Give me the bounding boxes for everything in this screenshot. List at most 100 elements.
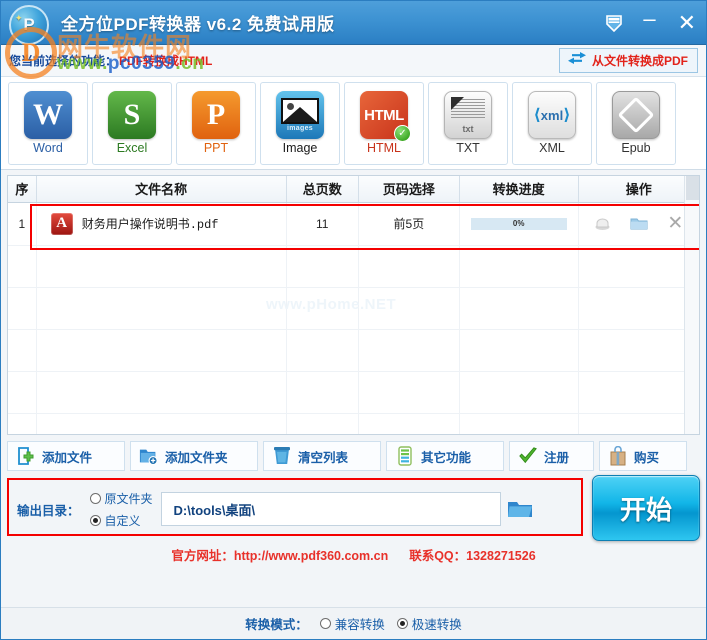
row-page-selection[interactable]: 前5页 [358,202,460,246]
shopping-bag-icon [608,445,628,467]
format-epub-label: Epub [621,141,651,155]
add-folder-label: 添加文件夹 [165,450,228,465]
radio-fast-mode[interactable]: 极速转换 [396,614,462,633]
row-index: 1 [8,202,37,246]
preview-icon[interactable] [594,216,611,231]
register-button[interactable]: 注册 [509,441,594,471]
convert-to-pdf-button[interactable]: 从文件转换成PDF [558,48,698,73]
epub-icon [612,91,660,139]
app-window: ✦ P 全方位PDF转换器 v6.2 免费试用版 – ✕ 您当前选择的功能： P… [0,0,707,640]
radio-fast-mode-dot [396,618,408,629]
format-image-label: Image [282,141,318,155]
header-total-pages: 总页数 [286,176,360,203]
selected-check-icon: ✓ [394,125,411,142]
app-logo: ✦ P [9,5,49,45]
format-selector: W Word S Excel P PPT images Image HTML ✓… [1,77,706,170]
purchase-label: 购买 [634,450,660,465]
official-website-label: 官方网址：http://www.pdf360.com.cn [171,549,389,563]
logo-letter: P [23,15,35,34]
html-glyph: HTML [364,106,404,124]
function-bar: 您当前选择的功能： PDF转换成HTML 从文件转换成PDF [1,45,706,77]
row-operations: ✕ [579,214,699,233]
radio-compatible-mode-dot [319,618,331,629]
text-lines-shape [451,96,485,123]
conversion-mode-label: 转换模式： [245,618,308,632]
output-directory-options: 原文件夹 自定义 [89,490,153,529]
current-function-label: 您当前选择的功能： [9,54,118,68]
window-controls: – ✕ [603,1,700,45]
table-scrollbar[interactable] [684,176,699,434]
format-txt-label: TXT [456,141,480,155]
radio-original-folder-dot [89,492,101,504]
format-ppt-label: PPT [203,141,229,155]
image-sublabel: images [287,125,313,132]
other-functions-label: 其它功能 [421,450,472,465]
format-xml[interactable]: ⟨ xml ⟩ XML [512,81,592,165]
format-txt[interactable]: txt TXT [428,81,508,165]
skin-chevron-down-icon[interactable] [603,12,625,34]
trash-icon [272,445,292,467]
footer-links: 官方网址：http://www.pdf360.com.cn 联系QQ：13282… [1,545,706,564]
html-icon: HTML ✓ [360,91,411,142]
radio-fast-mode-label: 极速转换 [411,618,462,632]
format-html[interactable]: HTML ✓ HTML [344,81,424,165]
excel-glyph: S [123,98,141,131]
row-total-pages: 11 [286,202,360,246]
purchase-button[interactable]: 购买 [599,441,687,471]
row-progress-bar: 0% [470,217,567,230]
radio-compatible-mode[interactable]: 兼容转换 [319,614,385,633]
status-bar: 转换模式： 兼容转换 极速转换 [1,607,706,639]
format-xml-label: XML [539,141,565,155]
radio-original-folder-label: 原文件夹 [104,491,153,506]
add-file-button[interactable]: 添加文件 [7,441,125,471]
header-progress: 转换进度 [459,176,579,203]
app-title: 全方位PDF转换器 v6.2 免费试用版 [61,15,335,34]
table-row[interactable]: 1 A 财务用户操作说明书.pdf 11 前5页 0% ✕ [8,202,699,246]
word-glyph: W [33,98,63,131]
radio-custom-folder-label: 自定义 [104,513,141,528]
other-functions-button[interactable]: 其它功能 [386,441,504,471]
format-ppt[interactable]: P PPT [176,81,256,165]
contact-qq-label: 联系QQ：1328271526 [409,549,536,563]
epub-diamond-shape [617,96,655,134]
minimize-button[interactable]: – [639,8,659,32]
radio-custom-folder-dot [89,514,101,526]
table-row-empty [8,371,699,414]
header-index: 序 [8,176,37,203]
browse-folder-button[interactable] [505,496,535,522]
start-button[interactable]: 开始 [592,475,700,541]
add-file-icon [16,445,36,467]
current-function-value: PDF转换成HTML [119,54,213,68]
radio-custom-folder[interactable]: 自定义 [89,512,153,529]
format-epub[interactable]: Epub [596,81,676,165]
clear-list-label: 清空列表 [298,450,349,465]
row-filename-cell: A 财务用户操作说明书.pdf [37,203,286,245]
format-image[interactable]: images Image [260,81,340,165]
xml-glyph: xml [540,107,564,123]
add-folder-button[interactable]: 添加文件夹 [130,441,258,471]
image-icon: images [276,91,324,139]
remove-row-button[interactable]: ✕ [667,214,683,233]
ppt-icon: P [192,91,240,139]
header-filename: 文件名称 [36,176,287,203]
table-row-empty [8,287,699,330]
file-list-panel: www.pHome.NET 序 文件名称 总页数 页码选择 转换进度 操作 1 [7,175,700,435]
xml-icon: ⟨ xml ⟩ [528,91,576,139]
scrollbar-thumb[interactable] [686,176,699,200]
header-page-selection: 页码选择 [358,176,460,203]
output-directory-row: 输出目录： 原文件夹 自定义 D:\tools\桌面\ 开始 [7,475,700,541]
clear-list-button[interactable]: 清空列表 [263,441,381,471]
format-excel-label: Excel [116,141,148,155]
picture-frame-icon [281,98,319,124]
radio-compatible-mode-label: 兼容转换 [334,618,385,632]
radio-original-folder[interactable]: 原文件夹 [89,490,153,507]
excel-icon: S [108,91,156,139]
output-path-input[interactable]: D:\tools\桌面\ [160,492,501,526]
check-icon [518,445,538,467]
format-word[interactable]: W Word [8,81,88,165]
folder-icon[interactable] [630,216,648,231]
format-excel[interactable]: S Excel [92,81,172,165]
xml-bracket-right: ⟩ [563,107,571,124]
table-row-empty [8,329,699,372]
close-button[interactable]: ✕ [674,12,700,34]
